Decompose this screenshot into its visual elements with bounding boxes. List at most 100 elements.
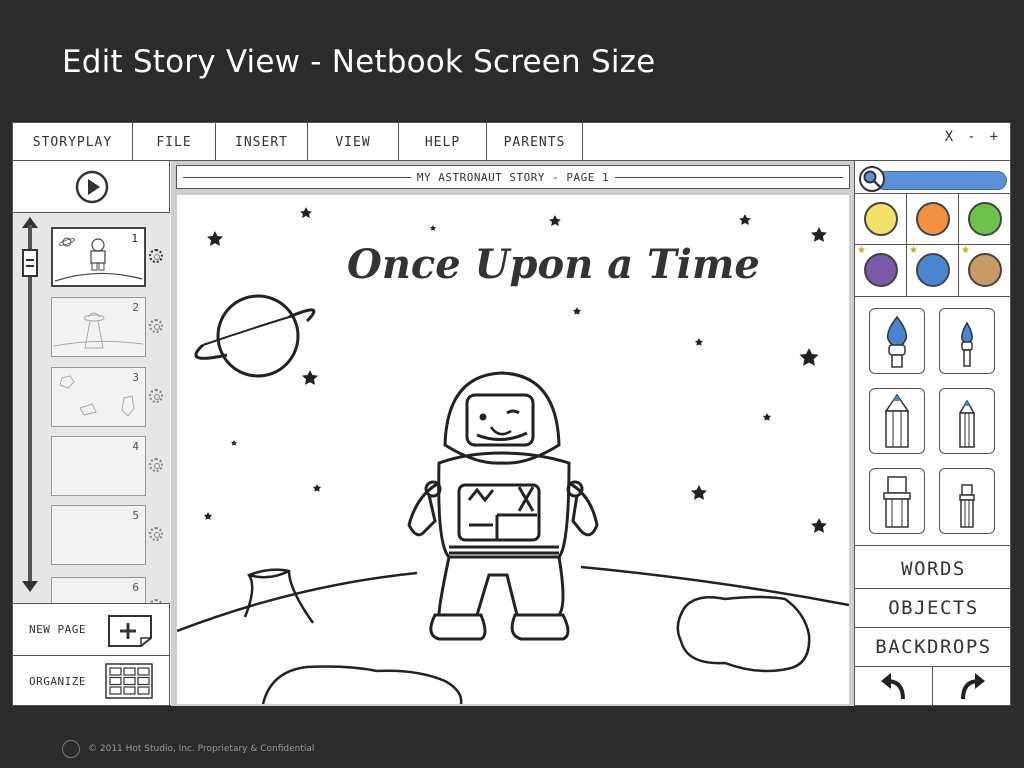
story-title-bar: MY ASTRONAUT STORY - PAGE 1 — [176, 165, 850, 189]
small-paintbrush-icon — [961, 321, 973, 367]
green-swatch — [968, 202, 1002, 236]
menu-bar: STORYPLAY FILE INSERT VIEW HELP PARENTS — [13, 123, 1010, 161]
company-logo-icon — [62, 740, 80, 758]
color-swatch-purple[interactable]: ★ — [855, 245, 907, 296]
scroll-down-arrow-icon[interactable] — [22, 581, 38, 592]
small-pencil-button[interactable] — [939, 388, 995, 454]
color-swatch-yellow[interactable] — [855, 194, 907, 245]
search-input[interactable] — [875, 171, 1007, 190]
astronaut-icon — [407, 371, 599, 641]
planet-icon — [194, 294, 316, 378]
undo-arrow-icon — [880, 673, 905, 700]
crater-icon — [243, 568, 315, 624]
menu-insert[interactable]: INSERT — [216, 123, 308, 161]
objects-button[interactable]: OBJECTS — [855, 589, 1012, 628]
page-settings-gear-icon[interactable] — [149, 389, 163, 403]
drawing-canvas[interactable]: Once Upon a Time — [177, 195, 849, 704]
organize-button[interactable]: ORGANIZE — [13, 656, 170, 706]
color-swatch-orange[interactable] — [907, 194, 959, 245]
grid-icon — [105, 663, 153, 699]
new-page-label: NEW PAGE — [29, 623, 86, 636]
star-icon: ★ — [909, 245, 918, 256]
large-eraser-icon — [883, 476, 911, 528]
page-thumbnail-3[interactable]: 3 — [51, 367, 146, 427]
undo-button[interactable] — [855, 666, 933, 706]
blue-swatch — [916, 253, 950, 287]
redo-button[interactable] — [933, 666, 1011, 706]
play-area — [13, 161, 170, 213]
app-window: STORYPLAY FILE INSERT VIEW HELP PARENTS … — [12, 122, 1012, 706]
search-icon[interactable] — [859, 166, 885, 192]
organize-label: ORGANIZE — [29, 675, 86, 688]
moon-rock-icon — [676, 595, 811, 673]
redo-arrow-icon — [961, 673, 985, 700]
page-settings-gear-icon[interactable] — [149, 458, 163, 472]
words-button[interactable]: WORDS — [855, 550, 1012, 589]
menu-help[interactable]: HELP — [399, 123, 487, 161]
purple-swatch — [864, 253, 898, 287]
map-thumbnail-icon — [59, 375, 135, 417]
small-paintbrush-button[interactable] — [939, 308, 995, 374]
small-pencil-icon — [958, 399, 976, 448]
large-eraser-button[interactable] — [869, 468, 925, 534]
page-settings-gear-icon[interactable] — [149, 319, 163, 333]
page-number: 3 — [132, 371, 139, 384]
add-page-icon — [108, 615, 152, 647]
large-paintbrush-button[interactable] — [869, 308, 925, 374]
moon-horizon-right — [580, 565, 849, 607]
small-eraser-icon — [959, 484, 975, 528]
minimize-window-button[interactable]: - — [967, 129, 975, 145]
story-heading[interactable]: Once Upon a Time — [347, 241, 760, 288]
page-thumbnail-2[interactable]: 2 — [51, 297, 146, 357]
small-eraser-button[interactable] — [939, 468, 995, 534]
moon-crater-bottom-icon — [261, 665, 463, 704]
yellow-swatch — [864, 202, 898, 236]
page-number: 1 — [131, 232, 138, 245]
scrollbar-handle[interactable] — [22, 249, 38, 277]
tools-panel: ★ ★ ★ WORDS OBJECTS BACKDROPS — [854, 161, 1012, 706]
page-settings-gear-icon[interactable] — [149, 249, 163, 263]
play-icon[interactable] — [75, 170, 109, 204]
story-canvas-frame: MY ASTRONAUT STORY - PAGE 1 Once Upon a … — [171, 161, 854, 706]
color-swatch-tan[interactable]: ★ — [959, 245, 1012, 296]
new-page-button[interactable]: NEW PAGE — [13, 604, 170, 656]
menu-storyplay[interactable]: STORYPLAY — [13, 123, 133, 161]
backdrops-button[interactable]: BACKDROPS — [855, 628, 1012, 667]
tan-swatch — [968, 253, 1002, 287]
page-settings-gear-icon[interactable] — [149, 527, 163, 541]
menu-parents[interactable]: PARENTS — [487, 123, 583, 161]
large-pencil-button[interactable] — [869, 388, 925, 454]
page-thumbnail-1[interactable]: 1 — [51, 227, 146, 287]
page-thumbnail-4[interactable]: 4 — [51, 436, 146, 496]
drawing-tools — [855, 298, 1012, 546]
large-paintbrush-icon — [886, 315, 908, 368]
color-swatch-green[interactable] — [959, 194, 1012, 245]
footer: © 2011 Hot Studio, Inc. Proprietary & Co… — [62, 740, 314, 758]
star-icon: ★ — [961, 245, 970, 256]
page-panel: 1 2 3 4 5 6 NEW PAGE ORGANIZE — [13, 161, 170, 706]
color-swatch-blue[interactable]: ★ — [907, 245, 959, 296]
ufo-thumbnail-icon — [53, 312, 144, 349]
color-palette: ★ ★ ★ — [855, 193, 1012, 297]
large-pencil-icon — [884, 393, 910, 448]
page-number: 4 — [132, 440, 139, 453]
story-title: MY ASTRONAUT STORY - PAGE 1 — [410, 171, 616, 184]
close-window-button[interactable]: X — [945, 129, 953, 145]
maximize-window-button[interactable]: + — [990, 129, 998, 145]
menu-file[interactable]: FILE — [133, 123, 216, 161]
scrollbar-track[interactable] — [28, 225, 32, 585]
magnifier-glyph — [863, 170, 881, 188]
page-number: 5 — [132, 509, 139, 522]
moon-horizon-left — [177, 571, 418, 633]
orange-swatch — [916, 202, 950, 236]
page-number: 6 — [132, 581, 139, 594]
page-thumbnail-5[interactable]: 5 — [51, 505, 146, 565]
search-box — [859, 166, 1007, 192]
slide-title: Edit Story View - Netbook Screen Size — [62, 44, 656, 80]
page-thumbnails: 1 2 3 4 5 6 — [13, 213, 170, 604]
copyright-text: © 2011 Hot Studio, Inc. Proprietary & Co… — [88, 744, 315, 754]
menu-view[interactable]: VIEW — [308, 123, 399, 161]
window-controls: X - + — [945, 129, 998, 145]
astronaut-thumbnail-icon — [54, 237, 143, 282]
page-thumbnail-6[interactable]: 6 — [51, 577, 146, 603]
